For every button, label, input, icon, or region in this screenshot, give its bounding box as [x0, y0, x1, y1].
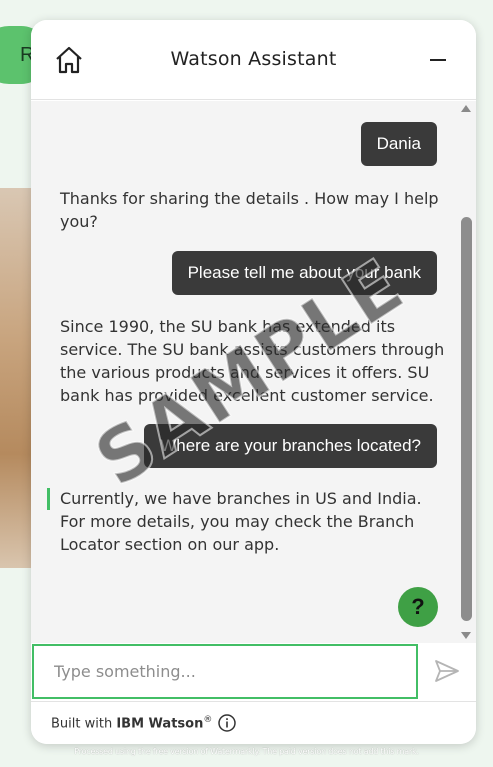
- chat-widget: Watson Assistant Dania Thanks for sharin…: [31, 20, 476, 744]
- latest-response-indicator: [47, 488, 50, 510]
- chat-header: Watson Assistant: [31, 20, 476, 100]
- scroll-thumb[interactable]: [461, 217, 472, 621]
- user-message: Please tell me about your bank: [171, 251, 437, 295]
- scrollbar[interactable]: [457, 101, 476, 643]
- footer-credit: Built with IBM Watson®: [51, 715, 212, 731]
- help-icon: ?: [411, 594, 425, 619]
- user-message: Dania: [360, 122, 437, 166]
- chat-footer: Built with IBM Watson®: [31, 701, 476, 744]
- scroll-up-icon[interactable]: [461, 105, 471, 112]
- bot-message: Thanks for sharing the details . How may…: [60, 189, 439, 231]
- input-row: [31, 643, 476, 701]
- conversation-panel: Dania Thanks for sharing the details . H…: [31, 101, 457, 643]
- user-message: Where are your branches located?: [144, 424, 437, 468]
- bot-message: Since 1990, the SU bank has extended its…: [60, 317, 445, 405]
- watermark-notice: Processed using the free version of Wate…: [74, 747, 419, 756]
- minimize-icon[interactable]: [430, 59, 446, 61]
- footer-brand: IBM Watson: [116, 716, 204, 732]
- help-button[interactable]: ?: [398, 587, 438, 627]
- footer-prefix: Built with: [51, 716, 113, 732]
- bot-message: Currently, we have branches in US and In…: [60, 489, 422, 554]
- footer-trademark: ®: [203, 715, 213, 725]
- header-title: Watson Assistant: [170, 48, 337, 70]
- message-input[interactable]: [32, 644, 418, 699]
- scroll-down-icon[interactable]: [461, 632, 471, 639]
- info-icon[interactable]: [217, 713, 237, 733]
- send-icon[interactable]: [433, 657, 461, 685]
